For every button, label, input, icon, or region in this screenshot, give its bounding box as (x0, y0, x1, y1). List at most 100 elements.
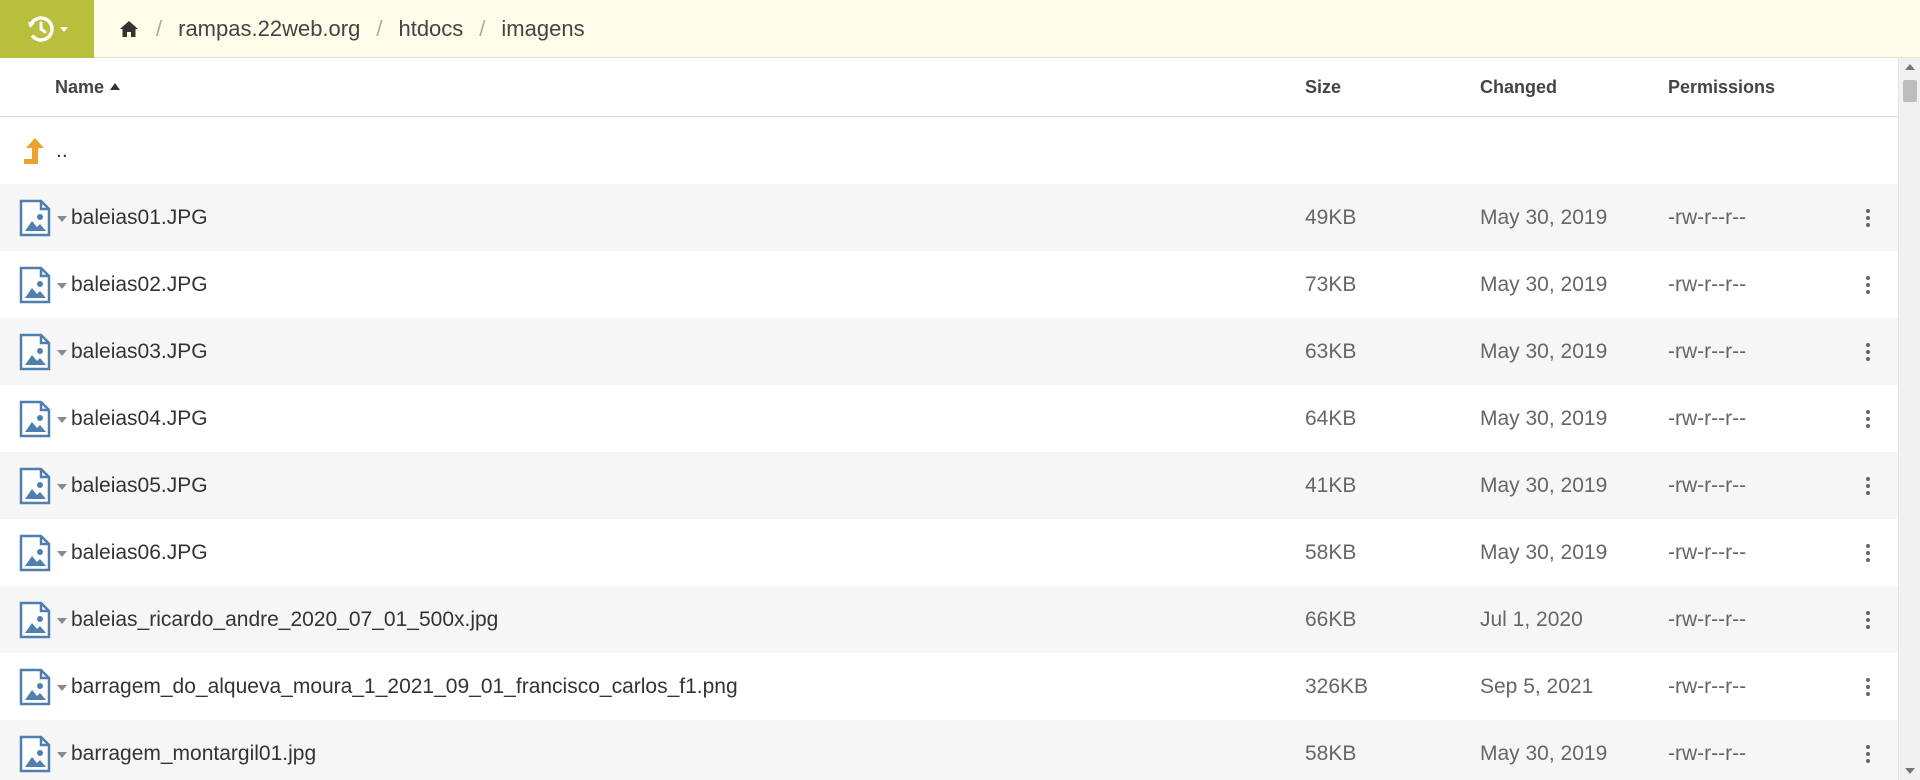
file-name: baleias04.JPG (71, 406, 208, 430)
file-row[interactable]: baleias01.JPG 49KB May 30, 2019 -rw-r--r-- (0, 184, 1898, 251)
file-menu-caret-icon[interactable] (57, 550, 67, 557)
file-row[interactable]: baleias02.JPG 73KB May 30, 2019 -rw-r--r-- (0, 251, 1898, 318)
file-size: 66KB (1305, 607, 1357, 631)
file-name: barragem_montargil01.jpg (71, 741, 317, 765)
column-header-row: Name Size Changed Permissions (0, 58, 1898, 117)
scrollbar-thumb[interactable] (1903, 80, 1917, 102)
image-file-icon (19, 668, 51, 705)
column-header-permissions[interactable]: Permissions (1668, 77, 1838, 98)
file-changed-date: May 30, 2019 (1480, 473, 1608, 497)
more-options-icon[interactable] (1858, 471, 1878, 501)
file-changed-date: Jul 1, 2020 (1480, 607, 1583, 631)
file-changed-date: May 30, 2019 (1480, 540, 1608, 564)
file-row[interactable]: baleias04.JPG 64KB May 30, 2019 -rw-r--r-- (0, 385, 1898, 452)
file-name-cell: baleias04.JPG (0, 400, 1305, 438)
file-menu-caret-icon[interactable] (57, 684, 67, 691)
file-name-cell: baleias01.JPG (0, 199, 1305, 237)
file-name: baleias06.JPG (71, 540, 208, 564)
breadcrumb-separator: / (376, 15, 383, 41)
history-menu-button[interactable] (0, 0, 94, 58)
column-header-size[interactable]: Size (1305, 77, 1480, 98)
more-options-icon[interactable] (1858, 605, 1878, 635)
file-name-cell: barragem_do_alqueva_moura_1_2021_09_01_f… (0, 668, 1305, 706)
file-permissions: -rw-r--r-- (1668, 674, 1747, 698)
file-name: barragem_do_alqueva_moura_1_2021_09_01_f… (71, 674, 738, 698)
file-size: 73KB (1305, 272, 1357, 296)
more-options-icon[interactable] (1858, 203, 1878, 233)
history-icon (28, 15, 54, 42)
file-name-cell: baleias05.JPG (0, 467, 1305, 505)
file-actions-cell (1838, 605, 1898, 635)
parent-directory-row[interactable]: .. (0, 117, 1898, 184)
file-permissions: -rw-r--r-- (1668, 406, 1747, 430)
scroll-down-arrow-icon[interactable] (1905, 768, 1915, 774)
image-file-icon (19, 333, 51, 370)
file-size: 49KB (1305, 205, 1357, 229)
column-header-changed[interactable]: Changed (1480, 77, 1668, 98)
file-size: 63KB (1305, 339, 1357, 363)
breadcrumb-item-htdocs[interactable]: htdocs (398, 16, 463, 42)
file-changed-date: May 30, 2019 (1480, 272, 1608, 296)
file-name: baleias_ricardo_andre_2020_07_01_500x.jp… (71, 607, 499, 631)
file-name: baleias05.JPG (71, 473, 208, 497)
file-row[interactable]: barragem_do_alqueva_moura_1_2021_09_01_f… (0, 653, 1898, 720)
file-size: 64KB (1305, 406, 1357, 430)
file-menu-caret-icon[interactable] (57, 416, 67, 423)
breadcrumb-home[interactable] (118, 18, 140, 40)
file-permissions: -rw-r--r-- (1668, 205, 1747, 229)
breadcrumb-item-domain[interactable]: rampas.22web.org (178, 16, 360, 42)
more-options-icon[interactable] (1858, 404, 1878, 434)
file-size: 58KB (1305, 540, 1357, 564)
more-options-icon[interactable] (1858, 739, 1878, 769)
more-options-icon[interactable] (1858, 270, 1878, 300)
file-permissions: -rw-r--r-- (1668, 272, 1747, 296)
file-actions-cell (1838, 538, 1898, 568)
file-row[interactable]: baleias06.JPG 58KB May 30, 2019 -rw-r--r-- (0, 519, 1898, 586)
file-menu-caret-icon[interactable] (57, 751, 67, 758)
file-actions-cell (1838, 203, 1898, 233)
file-name: baleias03.JPG (71, 339, 208, 363)
file-name-cell: baleias_ricardo_andre_2020_07_01_500x.jp… (0, 601, 1305, 639)
file-actions-cell (1838, 739, 1898, 769)
file-list: Name Size Changed Permissions .. baleias… (0, 58, 1898, 780)
more-options-icon[interactable] (1858, 337, 1878, 367)
file-menu-caret-icon[interactable] (57, 282, 67, 289)
file-row[interactable]: baleias03.JPG 63KB May 30, 2019 -rw-r--r-- (0, 318, 1898, 385)
file-menu-caret-icon[interactable] (57, 483, 67, 490)
file-actions-cell (1838, 404, 1898, 434)
home-icon (120, 20, 138, 37)
breadcrumb-separator: / (479, 15, 486, 41)
breadcrumb-item-imagens[interactable]: imagens (501, 16, 584, 42)
file-name: baleias01.JPG (71, 205, 208, 229)
file-name-cell: baleias06.JPG (0, 534, 1305, 572)
sort-ascending-icon (110, 82, 121, 90)
file-name-cell: baleias03.JPG (0, 333, 1305, 371)
file-changed-date: May 30, 2019 (1480, 406, 1608, 430)
more-options-icon[interactable] (1858, 538, 1878, 568)
file-permissions: -rw-r--r-- (1668, 540, 1747, 564)
file-actions-cell (1838, 270, 1898, 300)
image-file-icon (19, 467, 51, 504)
vertical-scrollbar[interactable] (1898, 58, 1920, 780)
image-file-icon (19, 199, 51, 236)
breadcrumb-separator: / (156, 15, 163, 41)
file-permissions: -rw-r--r-- (1668, 607, 1747, 631)
scroll-up-arrow-icon[interactable] (1905, 64, 1915, 70)
file-size: 41KB (1305, 473, 1357, 497)
chevron-down-icon (60, 27, 68, 32)
file-row[interactable]: baleias_ricardo_andre_2020_07_01_500x.jp… (0, 586, 1898, 653)
file-menu-caret-icon[interactable] (57, 215, 67, 222)
column-header-name[interactable]: Name (0, 77, 1305, 98)
file-menu-caret-icon[interactable] (57, 349, 67, 356)
file-size: 326KB (1305, 674, 1369, 698)
file-permissions: -rw-r--r-- (1668, 741, 1747, 765)
file-row[interactable]: baleias05.JPG 41KB May 30, 2019 -rw-r--r-- (0, 452, 1898, 519)
file-changed-date: May 30, 2019 (1480, 205, 1608, 229)
file-changed-date: Sep 5, 2021 (1480, 674, 1594, 698)
file-permissions: -rw-r--r-- (1668, 339, 1747, 363)
image-file-icon (19, 735, 51, 772)
file-row[interactable]: barragem_montargil01.jpg 58KB May 30, 2019… (0, 720, 1898, 780)
more-options-icon[interactable] (1858, 672, 1878, 702)
image-file-icon (19, 266, 51, 303)
file-menu-caret-icon[interactable] (57, 617, 67, 624)
